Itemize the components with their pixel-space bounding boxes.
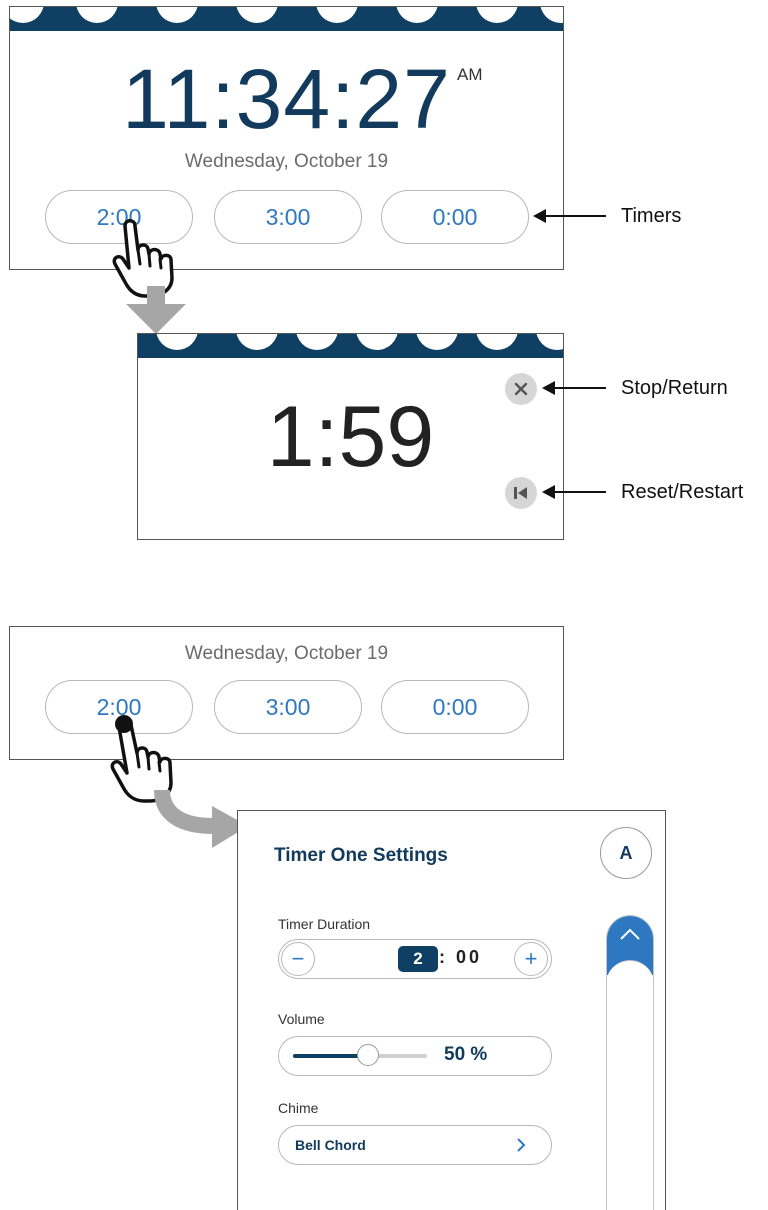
close-icon (514, 382, 528, 396)
stop-return-callout: Stop/Return (621, 377, 728, 399)
timers-callout: Timers (621, 205, 682, 227)
flow-arrow-icon (126, 286, 186, 334)
stop-return-button[interactable] (505, 373, 537, 405)
wave-header (10, 7, 563, 31)
am-pm-label: AM (457, 65, 483, 84)
duration-label: Timer Duration (278, 916, 371, 932)
decrement-button[interactable]: − (281, 942, 315, 976)
chime-label: Chime (278, 1100, 319, 1116)
strip-timer-button-2[interactable]: 3:00 (214, 680, 362, 734)
avatar[interactable]: A (600, 827, 652, 879)
strip-timer-button-3[interactable]: 0:00 (381, 680, 529, 734)
wave-header (138, 334, 563, 358)
clock-panel: 11:34:27 AM Wednesday, October 19 2:00 3… (9, 6, 564, 270)
duration-stepper: − 2 : 00 + (278, 939, 552, 979)
volume-value: 50 % (444, 1044, 488, 1065)
timer-settings-panel: Timer One Settings A Timer Duration − 2 … (237, 810, 666, 1210)
volume-label: Volume (278, 1011, 325, 1027)
chime-select[interactable]: Bell Chord (278, 1125, 552, 1165)
reset-restart-callout: Reset/Restart (621, 481, 744, 503)
countdown-panel: 1:59 (137, 333, 564, 540)
reset-restart-button[interactable] (505, 477, 537, 509)
chevron-right-icon (517, 1138, 526, 1152)
volume-slider-handle[interactable] (357, 1044, 379, 1066)
scrollbar[interactable] (606, 915, 654, 1210)
skip-back-icon (514, 487, 527, 499)
timer-button-3[interactable]: 0:00 (381, 190, 529, 244)
timer-button-2[interactable]: 3:00 (214, 190, 362, 244)
timer-strip-panel: Wednesday, October 19 2:00 3:00 0:00 (9, 626, 564, 760)
chevron-up-icon (620, 928, 640, 940)
clock-date: Wednesday, October 19 (184, 151, 389, 172)
volume-track[interactable] (293, 1044, 427, 1066)
seconds-value[interactable]: : 00 (439, 947, 482, 968)
chime-value: Bell Chord (295, 1137, 366, 1153)
volume-control: 50 % (278, 1036, 552, 1076)
increment-button[interactable]: + (514, 942, 548, 976)
minutes-value[interactable]: 2 (398, 946, 438, 972)
strip-date: Wednesday, October 19 (184, 643, 389, 664)
countdown-display: 1:59 (266, 389, 435, 485)
touch-point (115, 715, 133, 733)
settings-title: Timer One Settings (274, 845, 448, 866)
